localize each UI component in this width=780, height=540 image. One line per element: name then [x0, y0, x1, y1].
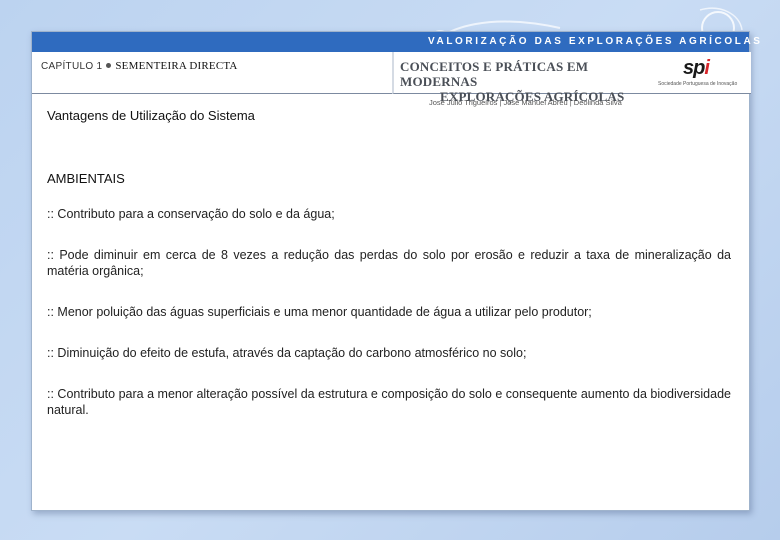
logo-subtitle: Sociedade Portuguesa de Inovação: [658, 81, 738, 87]
chapter-number: CAPÍTULO 1: [41, 61, 103, 72]
list-item: :: Contributo para a conservação do solo…: [47, 207, 335, 221]
spi-logo: spi: [683, 57, 710, 80]
bullet-dot-icon: [106, 63, 112, 69]
list-item: :: Pode diminuir em cerca de 8 vezes a r…: [47, 248, 731, 278]
list-item: :: Diminuição do efeito de estufa, atrav…: [47, 346, 527, 360]
slide-page: VALORIZAÇÃO DAS EXPLORAÇÕES AGRÍCOLAS CA…: [31, 31, 760, 511]
logo-text-main: sp: [683, 57, 705, 79]
content-body: AMBIENTAIS :: Contributo para a conserva…: [47, 171, 731, 443]
chapter-header: CAPÍTULO 1 SEMENTEIRA DIRECTA: [32, 52, 392, 94]
category-heading: AMBIENTAIS: [47, 171, 125, 186]
list-item: :: Menor poluição das águas superficiais…: [47, 305, 592, 319]
book-title-line1: CONCEITOS E PRÁTICAS EM MODERNAS: [400, 59, 589, 89]
chapter-title: SEMENTEIRA DIRECTA: [115, 60, 238, 72]
section-title: Vantagens de Utilização do Sistema: [47, 108, 255, 123]
header-bar: VALORIZAÇÃO DAS EXPLORAÇÕES AGRÍCOLAS: [32, 32, 760, 52]
authors-line: José Júlio Trigueiros | José Manuel Abre…: [429, 98, 622, 107]
book-brand-block: CONCEITOS E PRÁTICAS EM MODERNAS EXPLORA…: [392, 52, 751, 104]
series-title: VALORIZAÇÃO DAS EXPLORAÇÕES AGRÍCOLAS: [428, 36, 763, 47]
chapter-label-row: CAPÍTULO 1 SEMENTEIRA DIRECTA: [41, 60, 238, 72]
list-item: :: Contributo para a menor alteração pos…: [47, 387, 731, 417]
logo-text-accent: i: [704, 57, 709, 79]
